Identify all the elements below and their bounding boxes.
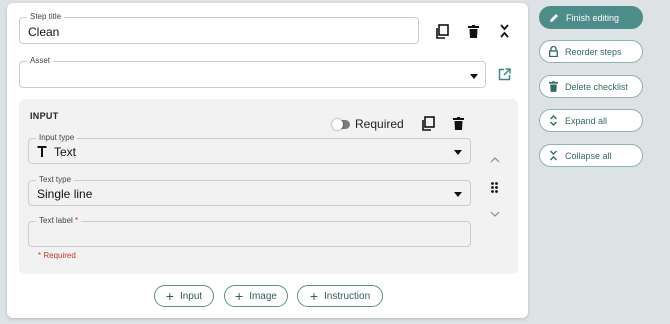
collapse-icon[interactable] (499, 24, 510, 38)
text-type-label: Text type (36, 174, 75, 186)
add-instruction-button[interactable]: + Instruction (297, 285, 383, 307)
input-type-select[interactable]: Input type Text (28, 132, 471, 164)
plus-icon: + (165, 288, 174, 304)
text-type-icon (37, 146, 47, 157)
trash-icon (549, 81, 558, 92)
required-hint: * Required (38, 251, 76, 260)
finish-editing-label: Finish editing (566, 12, 620, 23)
reorder-steps-button[interactable]: Reorder steps (539, 40, 643, 63)
step-title-label: Step title (27, 11, 65, 23)
text-label-label: Text label * (36, 215, 82, 227)
text-type-value: Single line (37, 187, 93, 201)
delete-checklist-label: Delete checklist (565, 81, 629, 92)
add-input-label: Input (179, 290, 203, 302)
required-toggle[interactable] (332, 119, 350, 130)
input-section-title: INPUT (30, 111, 59, 121)
add-image-label: Image (249, 290, 277, 302)
trash-icon[interactable] (453, 117, 464, 130)
text-label-field[interactable]: Text label * (28, 215, 471, 247)
expand-all-label: Expand all (565, 115, 608, 126)
step-title-value: Clean (28, 25, 60, 39)
text-label-text: Text label (39, 216, 73, 225)
open-external-icon[interactable] (498, 68, 511, 81)
reorder-steps-label: Reorder steps (565, 46, 622, 57)
text-type-select[interactable]: Text type Single line (28, 174, 471, 206)
input-section: INPUT Required Input type Text Text type… (19, 99, 518, 274)
dropdown-caret-icon (454, 192, 462, 197)
copy-icon[interactable] (421, 116, 435, 131)
chevron-up-icon[interactable] (490, 157, 500, 163)
add-input-button[interactable]: + Input (154, 285, 214, 307)
plus-icon: + (235, 288, 244, 304)
input-type-value: Text (54, 145, 77, 159)
dropdown-caret-icon (470, 74, 478, 79)
chevron-down-icon[interactable] (490, 211, 500, 217)
asset-select[interactable]: Asset (19, 55, 486, 88)
lock-icon (549, 46, 558, 57)
add-image-button[interactable]: + Image (224, 285, 288, 307)
copy-icon[interactable] (435, 24, 449, 39)
finish-editing-button[interactable]: Finish editing (539, 6, 643, 29)
trash-icon[interactable] (468, 25, 479, 38)
expand-icon (550, 115, 557, 126)
collapse-all-button[interactable]: Collapse all (539, 144, 643, 167)
asset-label: Asset (27, 55, 54, 67)
add-instruction-label: Instruction (324, 290, 371, 302)
step-title-field[interactable]: Step title Clean (19, 11, 419, 44)
required-toggle-label: Required (355, 117, 404, 131)
plus-icon: + (309, 288, 319, 304)
drag-handle-icon[interactable] (491, 182, 498, 193)
step-card: Step title Clean Asset INPUT Required In… (7, 3, 528, 318)
delete-checklist-button[interactable]: Delete checklist (539, 75, 643, 98)
pencil-icon (550, 13, 558, 22)
required-asterisk: * (75, 216, 79, 225)
collapse-all-label: Collapse all (565, 150, 612, 161)
collapse-icon (550, 150, 557, 161)
dropdown-caret-icon (454, 150, 462, 155)
expand-all-button[interactable]: Expand all (539, 109, 643, 132)
input-type-label: Input type (36, 132, 78, 144)
